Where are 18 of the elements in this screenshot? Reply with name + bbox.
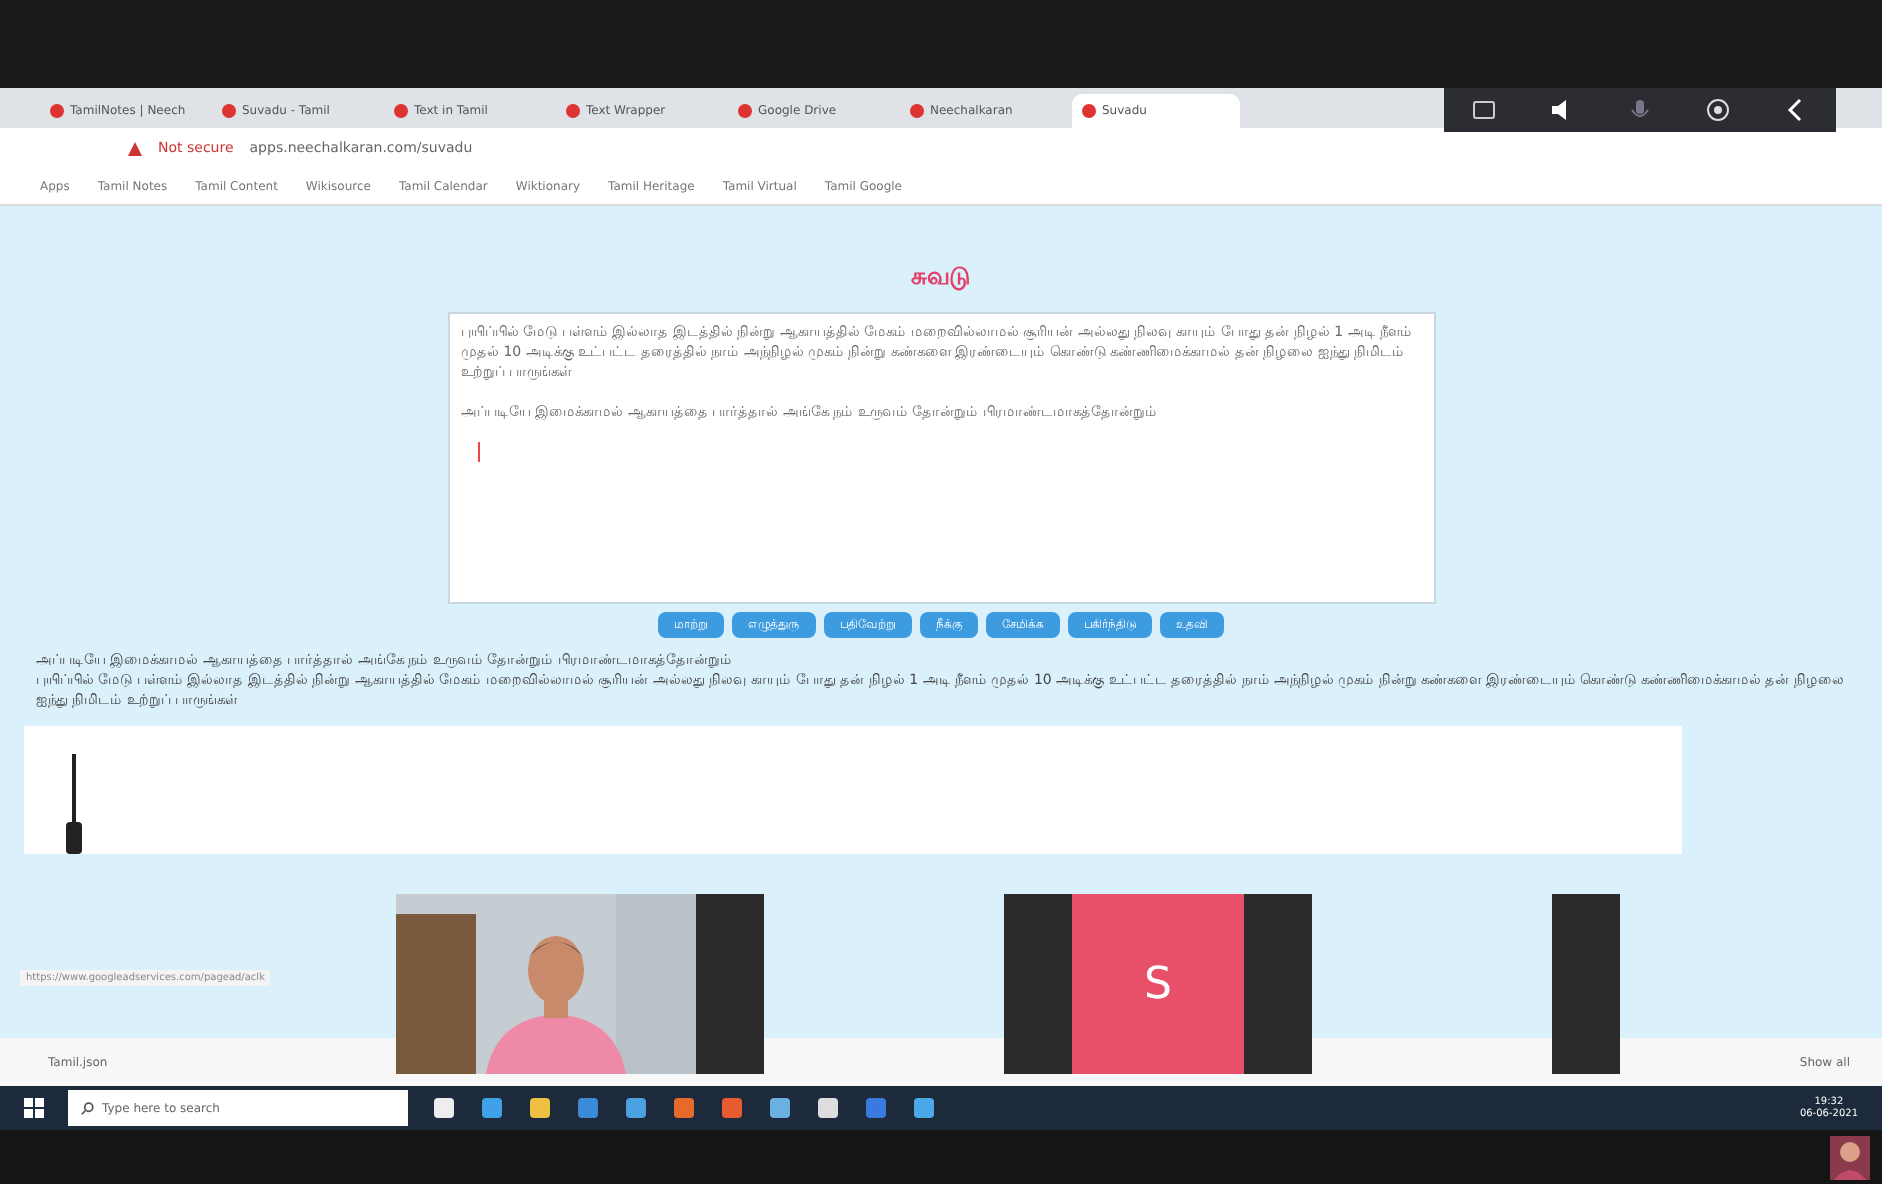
participant-initial: S (1144, 959, 1172, 1009)
broadcast-icon[interactable] (1706, 98, 1731, 122)
taskbar-app-icon[interactable] (816, 1096, 840, 1120)
search-icon (80, 1101, 94, 1115)
taskbar-app-icon[interactable] (768, 1096, 792, 1120)
taskbar-app-icon[interactable] (912, 1096, 936, 1120)
text-cursor (477, 442, 479, 462)
windows-start-icon[interactable] (24, 1098, 44, 1118)
taskbar-app-icon[interactable] (432, 1096, 456, 1120)
taskbar-app-icon[interactable] (528, 1096, 552, 1120)
page-title: சுவடு (911, 262, 971, 292)
taskbar-app-icon[interactable] (480, 1096, 504, 1120)
warning-icon[interactable] (128, 141, 142, 155)
avatar-icon (1830, 1136, 1870, 1180)
taskbar-app-icon[interactable] (624, 1096, 648, 1120)
microphone-icon[interactable] (1627, 98, 1652, 122)
captions-icon[interactable] (1471, 98, 1496, 122)
antenna-icon (64, 754, 84, 854)
